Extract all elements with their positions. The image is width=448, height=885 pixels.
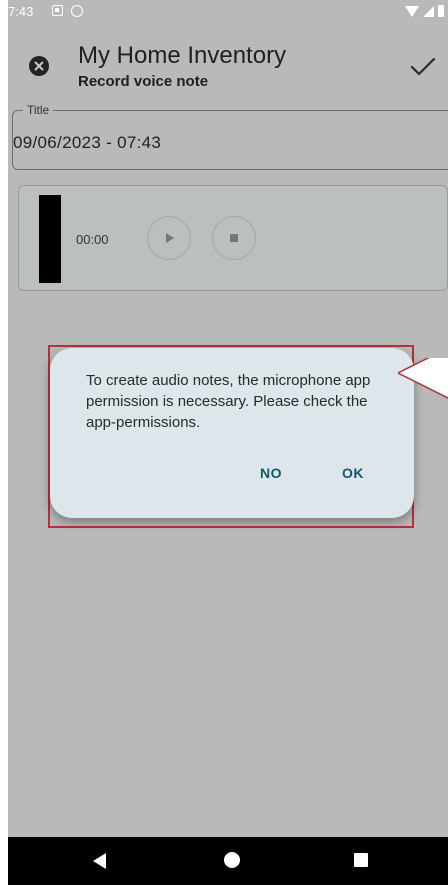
app-subtitle: Record voice note <box>78 73 209 90</box>
recents-icon[interactable] <box>354 853 368 867</box>
title-field-label: Title <box>23 103 54 117</box>
home-icon[interactable] <box>224 852 240 868</box>
audio-level-meter <box>39 195 61 283</box>
stop-icon <box>230 234 238 242</box>
app-title: My Home Inventory <box>78 42 287 69</box>
close-icon <box>34 61 44 71</box>
close-button[interactable] <box>29 56 49 76</box>
battery-icon <box>438 5 444 17</box>
keyboard-icon <box>52 5 63 16</box>
title-field-value: 09/06/2023 - 07:43 <box>13 133 162 152</box>
wifi-icon <box>405 6 419 17</box>
confirm-button[interactable] <box>408 52 438 82</box>
no-button[interactable]: NO <box>260 465 282 481</box>
callout-pointer <box>398 358 448 399</box>
navigation-bar <box>8 837 448 885</box>
permission-dialog: To create audio notes, the microphone ap… <box>50 348 414 518</box>
status-bar: 7:43 <box>8 0 448 24</box>
title-field[interactable]: Title 09/06/2023 - 07:43 <box>12 103 448 170</box>
check-icon <box>410 57 436 76</box>
signal-icon <box>423 6 434 17</box>
sync-icon <box>71 5 83 17</box>
audio-player-card: 00:00 <box>18 185 448 291</box>
stop-button[interactable] <box>212 216 256 260</box>
back-icon[interactable] <box>93 853 106 869</box>
status-icons-right <box>405 5 444 17</box>
status-time: 7:43 <box>8 4 34 19</box>
ok-button[interactable]: OK <box>342 465 364 481</box>
app-screen: 7:43 My Home Inventory Record voice note… <box>8 0 448 885</box>
status-icons-left <box>52 2 83 17</box>
audio-elapsed-time: 00:00 <box>76 232 109 247</box>
dialog-message: To create audio notes, the microphone ap… <box>86 372 371 431</box>
play-icon <box>166 233 174 243</box>
play-button[interactable] <box>147 216 191 260</box>
